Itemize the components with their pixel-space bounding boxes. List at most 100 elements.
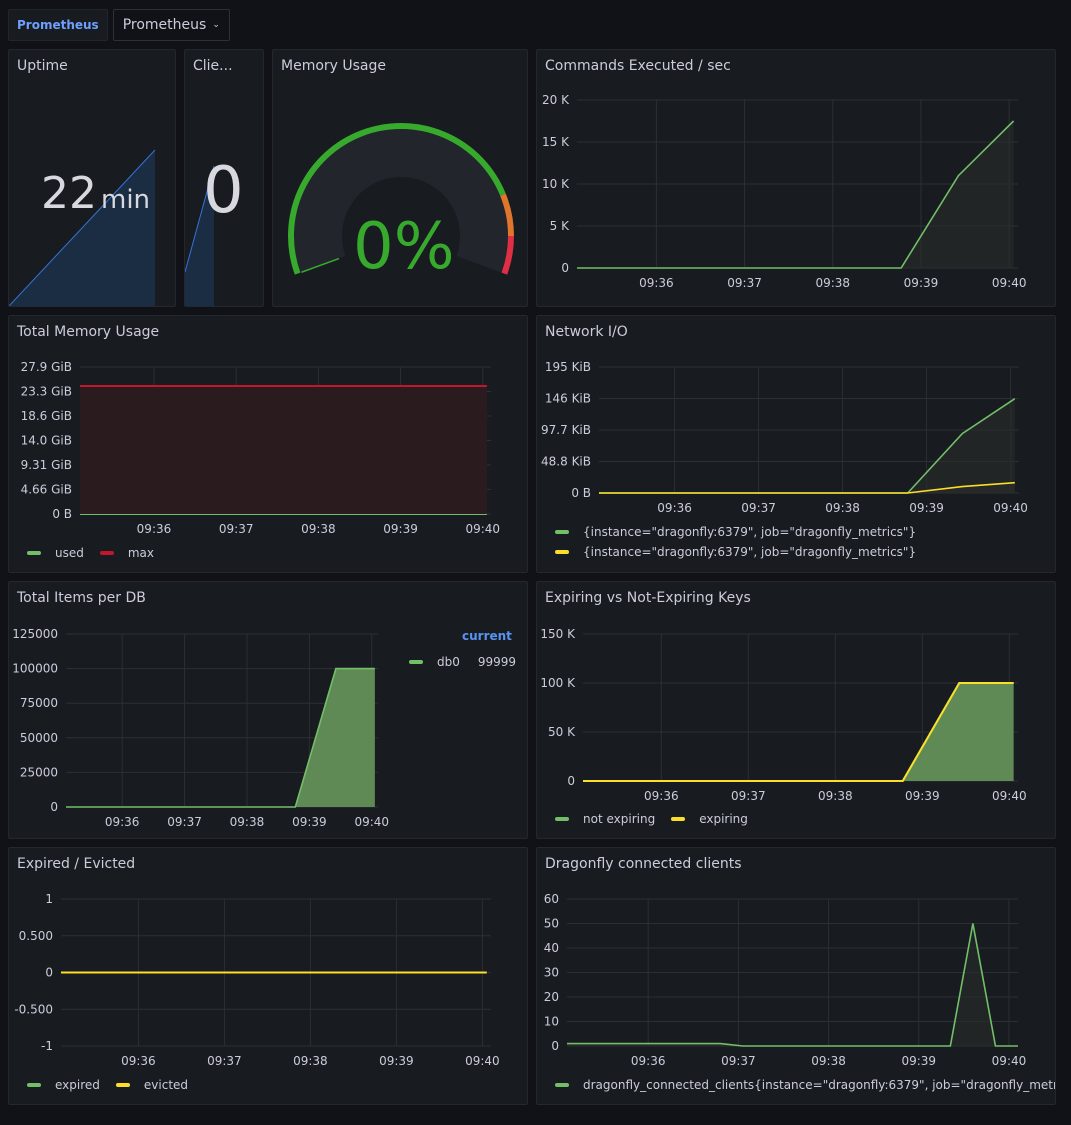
y-tick-label: 0: [567, 774, 575, 788]
x-tick-label: 09:38: [811, 1054, 846, 1068]
y-tick-label: 50 K: [548, 725, 576, 739]
x-tick-label: 09:37: [207, 1054, 242, 1068]
y-tick-label: 48.8 KiB: [541, 455, 591, 469]
series-area-max: [80, 385, 487, 514]
legend-item-not-expiring[interactable]: not expiring: [555, 812, 655, 826]
y-tick-label: 20: [544, 990, 559, 1004]
series-area-dragonfly_connected_clients: [567, 923, 1018, 1046]
y-tick-label: 125000: [12, 627, 58, 641]
legend-label: not expiring: [583, 812, 656, 826]
x-tick-label: 09:40: [992, 789, 1027, 803]
panel-expired-evicted[interactable]: Expired / Evicted -1 -0.500 0 0.500 1 09:36 09…: [8, 847, 528, 1105]
y-tick-label: 50: [544, 917, 559, 931]
legend-swatch: [27, 551, 41, 555]
y-tick-label: 27.9 GiB: [21, 360, 72, 374]
x-tick-label: 09:40: [465, 1054, 500, 1068]
legend-value: 99999: [477, 655, 517, 669]
legend-swatch: [115, 1083, 130, 1087]
x-tick-label: 09:36: [137, 522, 172, 536]
total-items-chart: 0 25000 50000 75000 100000 125000 09:36 09:37 09…: [12, 627, 389, 829]
y-tick-label: 40: [544, 941, 559, 955]
legend: used max: [27, 546, 154, 560]
legend-label: {instance="dragonfly:6379", job="dragonf…: [583, 545, 917, 559]
y-tick-label: 10 K: [542, 177, 570, 191]
x-tick-label: 09:38: [818, 789, 853, 803]
datasource-label: Prometheus: [8, 9, 108, 41]
x-tick-label: 09:38: [825, 501, 860, 515]
legend-swatch: [555, 550, 569, 554]
y-tick-label: -1: [41, 1039, 53, 1053]
y-tick-label: 14.0 GiB: [21, 434, 72, 448]
panel-commands[interactable]: Commands Executed / sec 05 K 10 K 15 K 20 K…: [536, 49, 1056, 307]
legend: expired evicted: [27, 1078, 188, 1092]
expired-evicted-chart: -1 -0.500 0 0.500 1 09:36 09:37 09:38 09:39 09:40: [14, 892, 500, 1068]
y-tick-label: 100000: [12, 662, 58, 676]
commands-chart: 0 5 K 10 K 15 K 20 K 09:36 09:37 09:38 09:39 09:4…: [542, 93, 1027, 290]
legend-item-clients[interactable]: dragonfly_connected_clients{instance="dr…: [555, 1078, 1055, 1092]
series-line-dragonfly_connected_clients: [567, 923, 1018, 1047]
x-tick-label: 09:38: [293, 1054, 328, 1068]
connected-clients-chart: 0 10 20 30 40 50 60 09:36 09:37 09:38 09:39 09:40: [544, 892, 1027, 1068]
x-tick-label: 09:37: [727, 276, 762, 290]
y-tick-label: 97.7 KiB: [541, 423, 591, 437]
y-tick-label: 1: [45, 892, 53, 906]
x-tick-label: 09:39: [901, 1054, 936, 1068]
y-tick-label: -0.500: [14, 1002, 53, 1016]
panel-uptime[interactable]: Uptime 22 min: [8, 49, 176, 307]
legend-swatch: [555, 530, 569, 534]
x-tick-label: 09:39: [904, 276, 939, 290]
y-tick-label: 0: [561, 261, 569, 275]
y-tick-label: 5 K: [550, 219, 570, 233]
legend: {instance="dragonfly:6379", job="dragonf…: [555, 522, 916, 562]
series-area-in: [599, 398, 1015, 493]
y-tick-label: 146 KiB: [545, 392, 591, 406]
x-tick-label: 09:39: [905, 789, 940, 803]
legend-label: evicted: [143, 1078, 189, 1092]
legend-item[interactable]: {instance="dragonfly:6379", job="dragonf…: [555, 542, 916, 562]
legend-item-used[interactable]: used: [27, 546, 84, 560]
legend-label: expiring: [699, 812, 748, 826]
dashboard-toolbar: Prometheus Prometheus ⌄: [8, 9, 230, 41]
panel-total-items[interactable]: Total Items per DB 0 25000 50000 75000 10000…: [8, 581, 528, 839]
datasource-select[interactable]: Prometheus ⌄: [112, 9, 230, 41]
legend-label: max: [127, 546, 155, 560]
x-tick-label: 09:38: [815, 276, 850, 290]
x-tick-label: 09:39: [379, 1054, 414, 1068]
panel-memory-usage[interactable]: Memory Usage 0%: [272, 49, 528, 307]
total-memory-chart: 0 B 4.66 GiB 9.31 GiB 14.0 GiB 18.6 GiB 23.3 …: [21, 360, 500, 536]
y-tick-label: 0.500: [19, 929, 53, 943]
x-tick-label: 09:36: [657, 501, 692, 515]
x-tick-label: 09:40: [992, 276, 1027, 290]
y-tick-label: 0: [45, 966, 53, 980]
x-tick-label: 09:37: [219, 522, 254, 536]
panel-clients[interactable]: Clie... 0: [184, 49, 264, 307]
legend-item[interactable]: {instance="dragonfly:6379", job="dragonf…: [555, 522, 916, 542]
y-tick-label: 30: [544, 966, 559, 980]
x-tick-label: 09:39: [292, 815, 327, 829]
legend-item-db0[interactable]: db0 99999: [409, 652, 516, 672]
panel-network-io[interactable]: Network I/O 0 B 48.8 KiB 97.7 KiB 146 KiB 19…: [536, 315, 1056, 573]
x-tick-label: 09:37: [741, 501, 776, 515]
y-tick-label: 15 K: [542, 135, 570, 149]
y-tick-label: 20 K: [542, 93, 570, 107]
legend-item-expiring[interactable]: expiring: [671, 812, 748, 826]
panel-total-memory[interactable]: Total Memory Usage 0 B 4.66 GiB 9.31 GiB 14…: [8, 315, 528, 573]
panel-connected-clients[interactable]: Dragonfly connected clients 0 10 20 30 40 50 6…: [536, 847, 1056, 1105]
legend-label: {instance="dragonfly:6379", job="dragonf…: [583, 525, 917, 539]
legend-swatch: [671, 817, 686, 821]
datasource-select-value: Prometheus: [122, 17, 207, 33]
legend-item-evicted[interactable]: evicted: [115, 1078, 189, 1092]
y-tick-label: 150 K: [540, 627, 576, 641]
legend: db0 99999: [409, 652, 516, 672]
series-area-commands: [577, 121, 1014, 268]
legend-swatch: [555, 817, 569, 821]
y-tick-label: 100 K: [540, 676, 576, 690]
y-tick-label: 0 B: [571, 486, 591, 500]
legend-item-max[interactable]: max: [99, 546, 155, 560]
x-tick-label: 09:39: [383, 522, 418, 536]
x-tick-label: 09:40: [992, 1054, 1027, 1068]
y-tick-label: 60: [544, 892, 559, 906]
legend-item-expired[interactable]: expired: [27, 1078, 100, 1092]
panel-expiring-keys[interactable]: Expiring vs Not-Expiring Keys 0 50 K 100 K…: [536, 581, 1056, 839]
legend-header-current[interactable]: current: [462, 629, 512, 643]
